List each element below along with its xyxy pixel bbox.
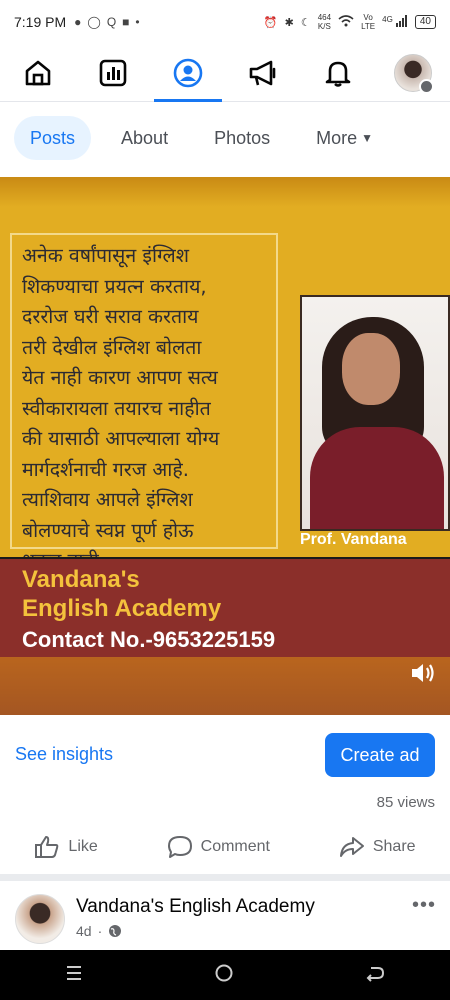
- post-meta: 4d ·: [76, 923, 122, 939]
- home-icon[interactable]: [10, 44, 66, 102]
- tab-about[interactable]: About: [105, 116, 184, 160]
- battery-indicator: 40: [414, 15, 436, 29]
- see-insights-link[interactable]: See insights: [15, 744, 113, 765]
- caret-down-icon: ▼: [361, 131, 374, 145]
- post-video[interactable]: अनेक वर्षांपासून इंग्लिश शिकण्याचा प्रयत…: [0, 177, 450, 715]
- dot-separator: ·: [97, 923, 103, 939]
- status-time: 7:19 PM: [14, 14, 67, 30]
- marathi-line: त्याशिवाय आपले इंग्लिश: [22, 488, 193, 511]
- page-avatar[interactable]: [15, 894, 65, 944]
- recent-apps-icon[interactable]: [65, 964, 83, 987]
- marathi-line: स्वीकारायला तयारच नाहीत: [22, 396, 211, 420]
- marathi-line: बोलण्याचे स्वप्न पूर्ण होऊ: [22, 518, 194, 542]
- tab-posts[interactable]: Posts: [14, 116, 92, 160]
- next-post-header: Vandana's English Academy 4d · •••: [0, 890, 450, 950]
- whatsapp-icon: ◯: [87, 15, 101, 29]
- alarm-icon: ⏰: [263, 16, 278, 29]
- academy-banner: Vandana's English Academy Contact No.-96…: [0, 557, 450, 659]
- wifi-icon: [338, 14, 354, 30]
- network-speed: 464 K/S: [317, 13, 332, 31]
- account-avatar[interactable]: [385, 44, 441, 102]
- photo-caption: Prof. Vandana: [300, 531, 407, 548]
- app-square-icon: ■: [122, 15, 130, 29]
- comment-button[interactable]: Comment: [167, 835, 270, 859]
- system-navigation-bar: [0, 950, 450, 1000]
- dnd-icon: ☾: [300, 16, 311, 29]
- share-button[interactable]: Share: [339, 835, 416, 859]
- top-navigation: [0, 44, 450, 102]
- search-app-icon: Q: [106, 15, 117, 29]
- post-time[interactable]: 4d: [76, 923, 92, 939]
- marathi-line: शिकण्याचा प्रयत्न करताय,: [22, 274, 207, 298]
- thumbs-up-icon: [35, 836, 59, 858]
- marathi-line: अनेक वर्षांपासून इंग्लिश: [22, 244, 189, 267]
- bell-icon[interactable]: [310, 44, 366, 102]
- media-bottom-band: [0, 657, 450, 715]
- reaction-bar: Like Comment Share: [0, 826, 450, 868]
- back-icon[interactable]: [365, 964, 385, 987]
- marathi-text-box: अनेक वर्षांपासून इंग्लिश शिकण्याचा प्रयत…: [10, 233, 278, 572]
- status-bar: 7:19 PM ● ◯ Q ■ • ⏰ ✱ ☾ 464 K/S Vo LTE 4…: [0, 0, 450, 44]
- share-icon: [339, 837, 364, 857]
- megaphone-icon[interactable]: [235, 44, 291, 102]
- page-name[interactable]: Vandana's English Academy: [76, 896, 315, 918]
- marathi-line: मार्गदर्शनाची गरज आहे.: [22, 457, 189, 481]
- profile-tabs: Posts About Photos More ▼: [14, 116, 389, 160]
- post-divider: [0, 874, 450, 881]
- volte-indicator: Vo LTE: [361, 13, 376, 31]
- tab-more[interactable]: More ▼: [300, 116, 389, 160]
- signal-icon: 4G: [382, 14, 408, 30]
- comment-icon: [167, 836, 192, 858]
- speaker-icon[interactable]: [410, 662, 436, 689]
- messenger-icon: ●: [74, 15, 82, 29]
- create-ad-button[interactable]: Create ad: [325, 733, 435, 777]
- like-button[interactable]: Like: [34, 835, 98, 859]
- post-options-button[interactable]: •••: [412, 894, 436, 917]
- view-count: 85 views: [376, 794, 435, 811]
- marathi-line: दररोज घरी सराव करताय: [22, 305, 199, 328]
- banner-line-1: Vandana's: [22, 566, 140, 593]
- dot-icon: •: [135, 15, 140, 29]
- profile-icon[interactable]: [153, 44, 222, 102]
- marathi-line: तरी देखील इंग्लिश बोलता: [22, 335, 202, 359]
- marathi-line: की यासाठी आपल्याला योग्य: [22, 427, 220, 450]
- notification-icons: ● ◯ Q ■ •: [74, 15, 139, 29]
- banner-line-2: English Academy: [22, 595, 222, 622]
- system-icons: ⏰ ✱ ☾ 464 K/S Vo LTE 4G 40: [264, 13, 436, 31]
- menu-badge-icon: [418, 78, 434, 94]
- teacher-photo: [300, 295, 450, 531]
- banner-contact: Contact No.-9653225159: [22, 627, 276, 652]
- tab-photos[interactable]: Photos: [198, 116, 286, 160]
- dashboard-icon[interactable]: [85, 44, 141, 102]
- bluetooth-icon: ✱: [284, 16, 294, 29]
- home-button-icon[interactable]: [214, 963, 234, 988]
- media-top-band: [0, 177, 450, 207]
- avatar: [393, 53, 434, 94]
- globe-icon: [109, 925, 122, 937]
- marathi-line: येत नाही कारण आपण सत्य: [22, 366, 218, 389]
